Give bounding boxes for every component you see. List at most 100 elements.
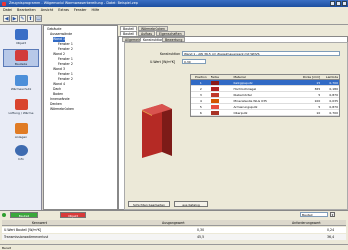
table-row[interactable]: 6 Oberputz 10 0,700 (191, 110, 339, 116)
cell-thickness: 365 (314, 87, 321, 91)
cell-color (210, 80, 233, 85)
cell-thickness: 10 (316, 111, 321, 115)
col-material[interactable]: Material (232, 75, 297, 79)
minimize-button[interactable] (330, 1, 335, 6)
sidebar-item-lueftung[interactable]: Lüftung / Wärme (3, 99, 39, 115)
sidebar-item-label: Objekt (16, 41, 26, 45)
cell-lambda: 0,180 (329, 87, 338, 91)
cell-lambda: 0,870 (329, 105, 338, 109)
ventilation-icon (14, 99, 28, 110)
cell-material: Armierungsputz (233, 105, 258, 109)
color-swatch (210, 81, 219, 85)
cell-kennwert: Transmissionswärmeverlust (4, 235, 49, 239)
top-tab-strip: Bauteil Wärmebrücken Bauteil Aufbau Eige… (118, 25, 348, 36)
status-ok-icon (2, 213, 6, 217)
color-swatch (210, 111, 219, 115)
layer-table: Position Farbe Material Dicke [mm] Lambd… (190, 74, 340, 117)
cell-kennwert: U-Wert Bauteil [W/m²K] (4, 228, 42, 232)
cell-color (210, 86, 233, 91)
cell-lambda: 0,700 (329, 81, 338, 85)
chevron-down-icon[interactable]: ▾ (330, 212, 335, 217)
cell-thickness: 100 (314, 99, 321, 103)
sidebar-item-info[interactable]: Info (3, 145, 39, 161)
back-button[interactable]: ◀ (3, 15, 10, 22)
cell-anforderungswert: 36,4 (327, 235, 335, 239)
cell-thickness: 5 (318, 105, 321, 109)
tree-view: Gebäude Aussenwände Wand 1 Fenster 1 Fen… (43, 25, 118, 210)
cell-lambda: 0,035 (329, 99, 338, 103)
sidebar-item-waermeschutz[interactable]: Wärmeschutz (3, 75, 39, 91)
wall-side-face (162, 104, 172, 156)
cell-position: 6 (199, 111, 202, 115)
status-bar: Bereit (0, 244, 348, 250)
col-color[interactable]: Farbe (211, 75, 233, 79)
color-swatch (210, 99, 219, 103)
app-icon (2, 1, 6, 6)
table-row[interactable]: Transmissionswärmeverlust 45,5 36,4 (2, 234, 346, 240)
edit-button[interactable]: ✎ (19, 15, 26, 22)
heating-icon (14, 123, 28, 134)
cell-lambda: 0,700 (329, 111, 338, 115)
sidebar-item-label: Anlagen (14, 135, 28, 139)
cell-color (210, 110, 233, 115)
cell-ausgangswert: 0,30 (197, 228, 205, 232)
close-button[interactable] (342, 1, 347, 6)
color-swatch (210, 87, 219, 91)
color-swatch (210, 105, 219, 109)
cell-position: 2 (199, 87, 202, 91)
table-row[interactable]: U-Wert Bauteil [W/m²K] 0,30 0,24 (2, 227, 346, 233)
cell-material: Mineralwolle WLG 035 (233, 99, 267, 103)
sidebar-item-objekt[interactable]: Objekt (3, 29, 39, 45)
results-header: Kennwert Ausgangswert Anforderungswert (2, 220, 346, 226)
sidebar: Objekt Bauteile Wärmeschutz Lüftung / Wä… (0, 25, 42, 210)
col-kennwert: Kennwert (32, 221, 48, 225)
edit-layers-button[interactable]: Schichten bearbeiten (128, 201, 170, 207)
u-value-field[interactable]: 0,30 (182, 59, 206, 64)
cell-lambda: 0,870 (329, 93, 338, 97)
globe-icon (14, 145, 28, 156)
insulation-icon (14, 75, 28, 86)
col-position[interactable]: Position (191, 75, 211, 79)
sidebar-item-label: Wärmeschutz (10, 87, 32, 91)
col-thickness[interactable]: Dicke [mm] (298, 75, 322, 79)
sidebar-item-label: Bauteile (14, 62, 28, 66)
col-anforderungswert: Anforderungswert (292, 221, 321, 225)
cell-position: 1 (199, 81, 202, 85)
cell-material: Oberputz (233, 111, 248, 115)
title-bar: Zeugnisprogramm - Wägemodul Warmwasserbe… (0, 0, 348, 7)
wall-preview (142, 104, 172, 158)
forward-button[interactable]: ▶ (11, 15, 18, 22)
cell-material: Klebemörtel (233, 93, 252, 97)
window-title: Zeugnisprogramm - Wägemodul Warmwasserbe… (9, 1, 138, 5)
cell-color (210, 98, 233, 103)
building-icon (14, 29, 28, 40)
list-view-button[interactable]: ▤ (35, 15, 42, 22)
sidebar-item-label: Info (18, 157, 24, 161)
scope-select[interactable]: Bauteil (300, 212, 328, 217)
construction-field[interactable]: Wand 1 - AW 36,5 cm Ziegelmauerwerk mit … (182, 51, 340, 56)
cell-thickness: 15 (316, 81, 321, 85)
up-button[interactable]: ⬆ (27, 15, 34, 22)
cell-color (210, 104, 233, 109)
catalog-button[interactable]: aus Katalog (174, 201, 208, 207)
maximize-button[interactable] (336, 1, 341, 6)
sidebar-item-bauteile[interactable]: Bauteile (3, 49, 39, 67)
cell-thickness: 5 (318, 93, 321, 97)
cell-material: Kalkgipsputz (233, 81, 253, 85)
cell-position: 4 (199, 99, 202, 103)
toggle-bauteil[interactable]: Bauteil (10, 212, 38, 218)
u-value-label: U-Wert [W/m²K] (150, 60, 176, 64)
cell-position: 3 (199, 93, 202, 97)
cell-position: 5 (199, 105, 202, 109)
toggle-objekt[interactable]: Objekt (60, 212, 86, 218)
sidebar-item-anlagen[interactable]: Anlagen (3, 123, 39, 139)
col-lambda[interactable]: Lambda (321, 75, 339, 79)
sidebar-item-label: Lüftung / Wärme (8, 111, 34, 115)
toolbar: ◀ ▶ ✎ ⬆ ▤ (0, 13, 348, 25)
tree-node[interactable]: Wärmebrücken (50, 107, 74, 112)
cell-color (210, 92, 233, 97)
window-controls (330, 1, 347, 6)
cell-ausgangswert: 45,5 (197, 235, 205, 239)
wall-icon (14, 50, 28, 61)
construction-label: Konstruktion (160, 52, 181, 56)
